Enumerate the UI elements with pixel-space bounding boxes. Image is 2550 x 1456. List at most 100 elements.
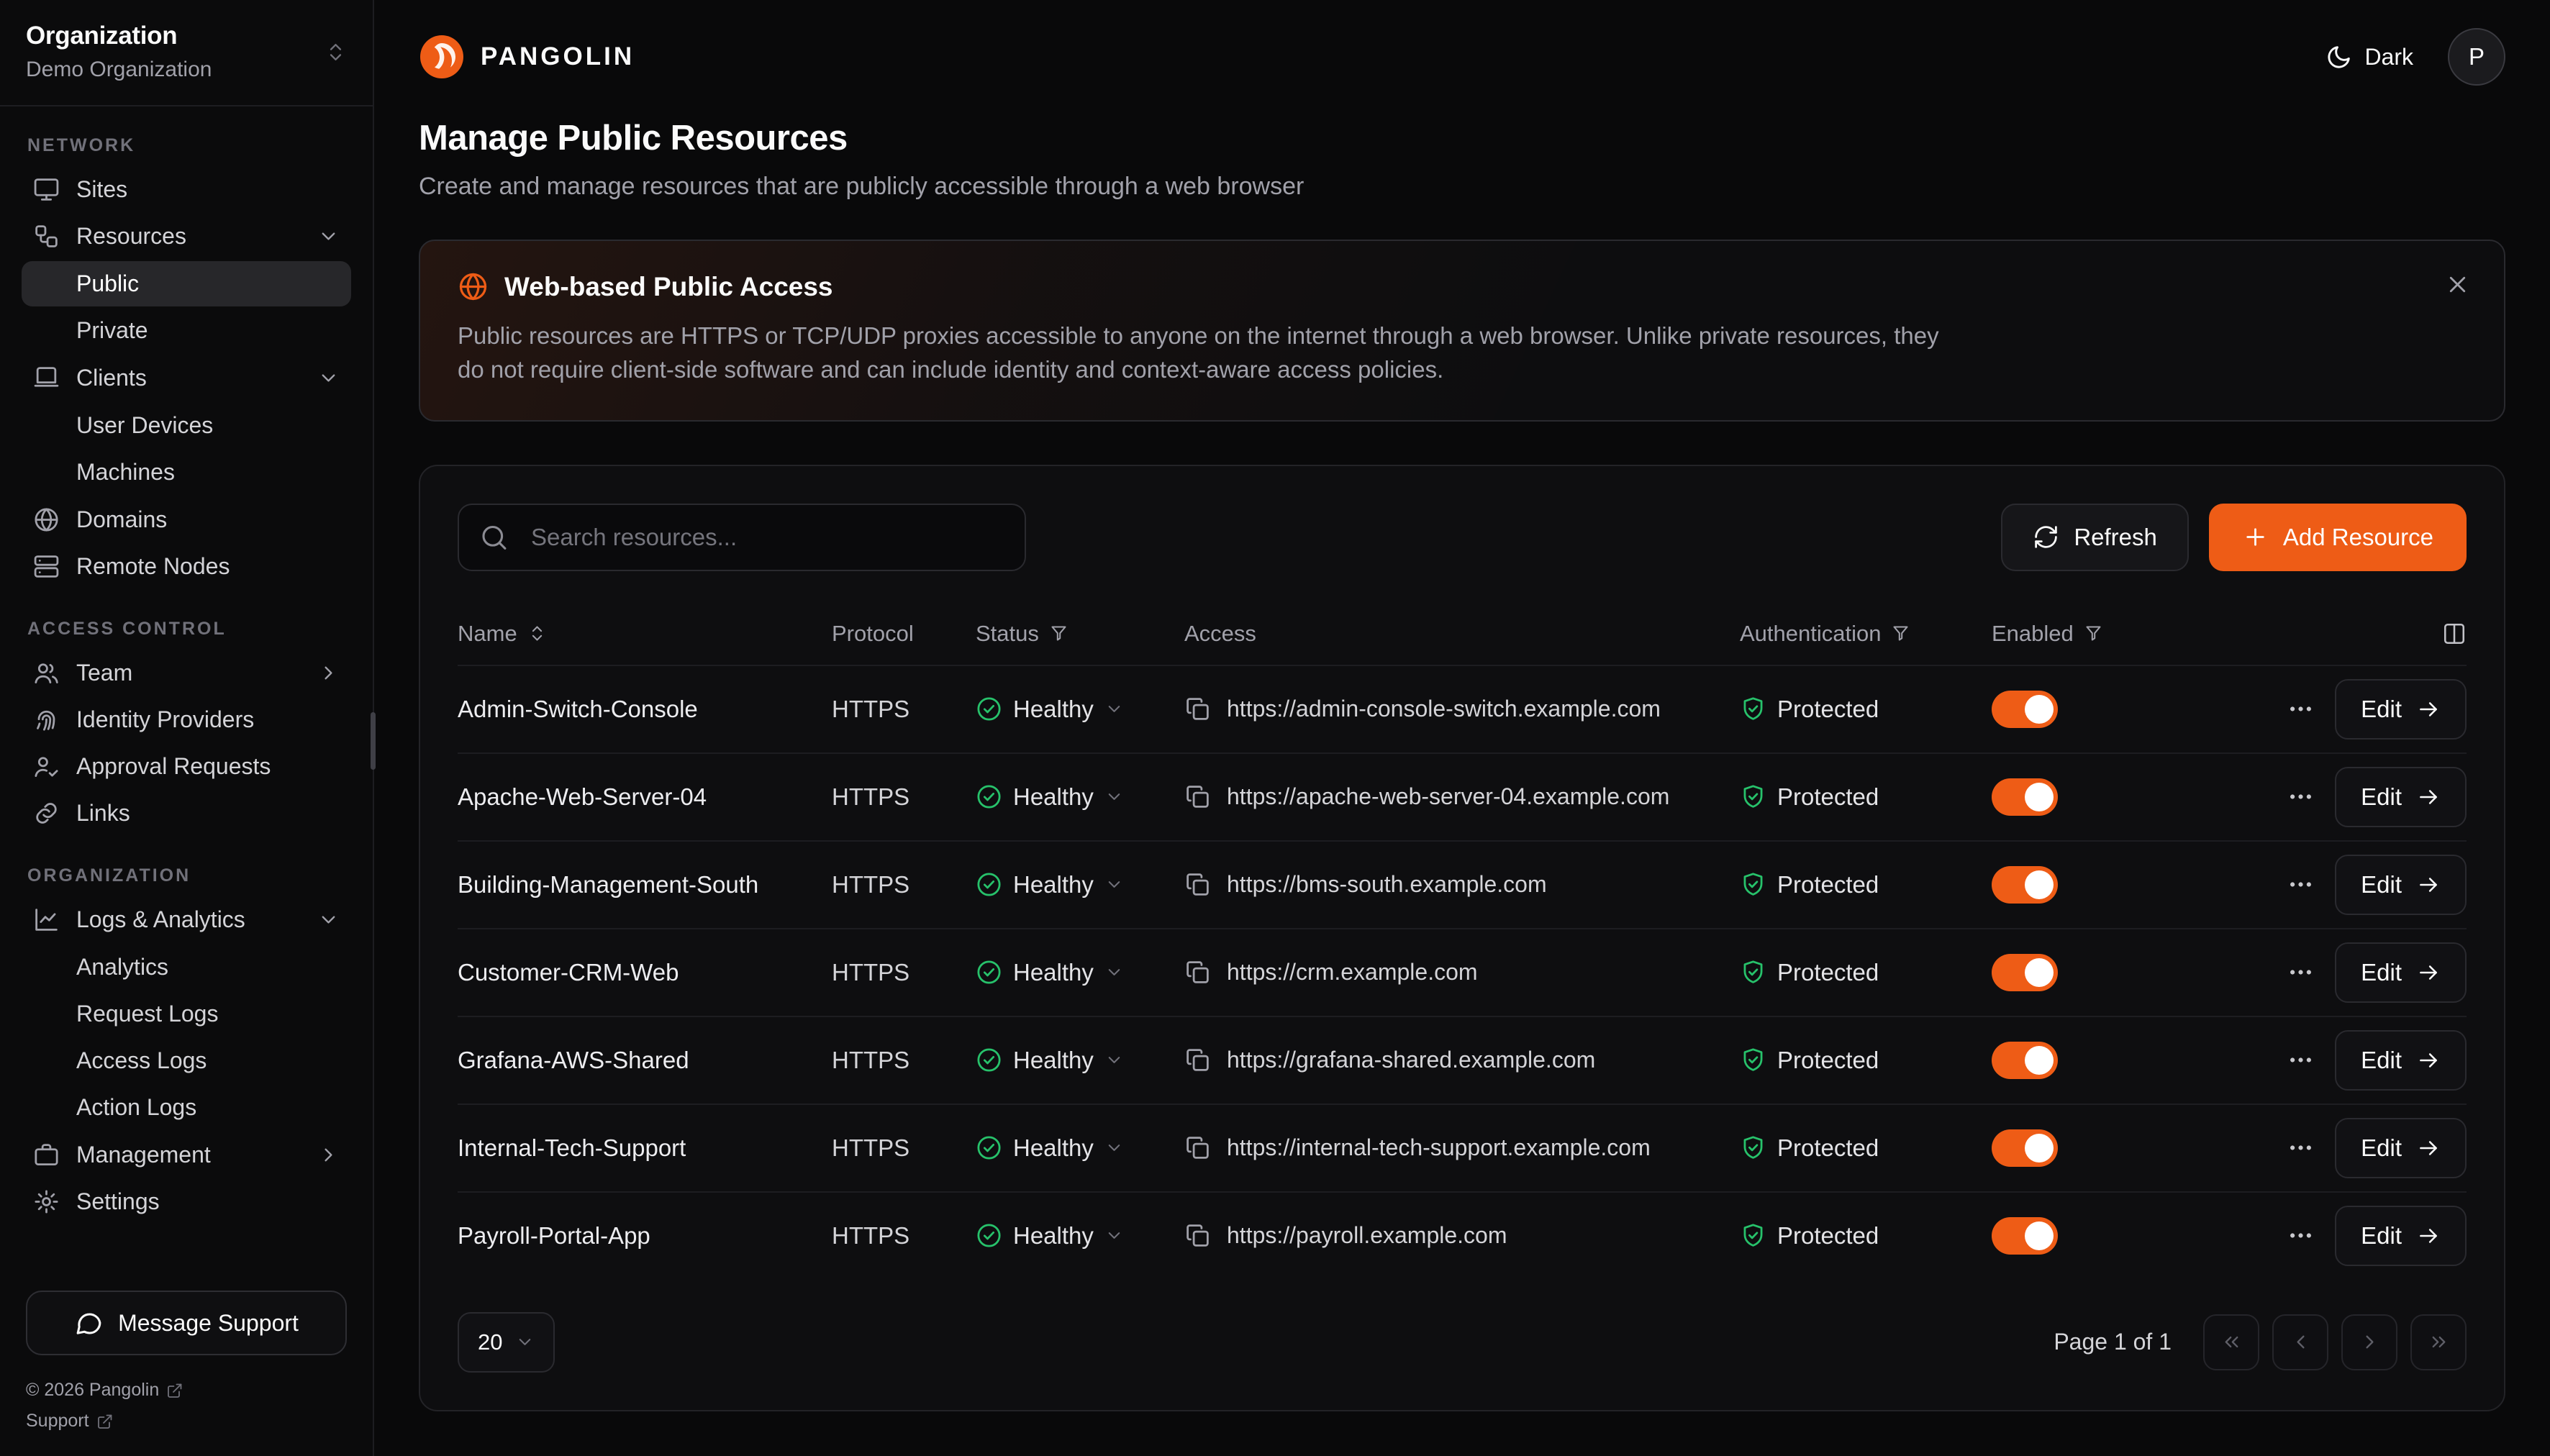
status-dropdown[interactable]: Healthy <box>976 1134 1184 1162</box>
resource-access: https://bms-south.example.com <box>1184 871 1740 898</box>
sidebar-item-label: Clients <box>76 365 147 391</box>
enabled-toggle[interactable] <box>1992 954 2058 991</box>
enabled-toggle[interactable] <box>1992 1042 2058 1079</box>
status-dropdown[interactable]: Healthy <box>976 871 1184 898</box>
more-actions-icon[interactable] <box>2287 1221 2315 1250</box>
page-size-select[interactable]: 20 <box>458 1312 555 1373</box>
previous-page-button[interactable] <box>2272 1314 2328 1370</box>
copy-icon[interactable] <box>1184 1047 1211 1073</box>
nav-section: NETWORKSitesResourcesPublicPrivateClient… <box>22 135 351 590</box>
add-resource-button[interactable]: Add Resource <box>2209 504 2467 571</box>
columns-icon[interactable] <box>2442 622 2467 646</box>
resource-url[interactable]: https://grafana-shared.example.com <box>1227 1047 1595 1073</box>
enabled-toggle[interactable] <box>1992 778 2058 816</box>
sidebar-item-domains[interactable]: Domains <box>22 496 351 543</box>
sidebar-footer: Message Support © 2026 Pangolin Support <box>0 1291 373 1456</box>
more-actions-icon[interactable] <box>2287 1134 2315 1162</box>
edit-button[interactable]: Edit <box>2335 1030 2467 1091</box>
enabled-toggle[interactable] <box>1992 691 2058 728</box>
sidebar-resize-handle[interactable] <box>371 712 376 770</box>
edit-button[interactable]: Edit <box>2335 1118 2467 1178</box>
status-dropdown[interactable]: Healthy <box>976 959 1184 986</box>
sidebar-subitem-private[interactable]: Private <box>22 308 351 353</box>
chevron-right-icon <box>317 662 340 684</box>
edit-button[interactable]: Edit <box>2335 942 2467 1003</box>
resource-access: https://payroll.example.com <box>1184 1222 1740 1249</box>
sidebar-item-logs-analytics[interactable]: Logs & Analytics <box>22 896 351 943</box>
resource-name: Payroll-Portal-App <box>458 1222 832 1250</box>
resource-url[interactable]: https://apache-web-server-04.example.com <box>1227 783 1669 810</box>
edit-button[interactable]: Edit <box>2335 767 2467 827</box>
org-name: Demo Organization <box>26 58 212 82</box>
message-support-button[interactable]: Message Support <box>26 1291 347 1355</box>
resource-name: Building-Management-South <box>458 871 832 898</box>
sidebar-subitem-user-devices[interactable]: User Devices <box>22 403 351 448</box>
sidebar-item-remote-nodes[interactable]: Remote Nodes <box>22 543 351 590</box>
enabled-toggle[interactable] <box>1992 1129 2058 1167</box>
status-dropdown[interactable]: Healthy <box>976 1047 1184 1074</box>
sidebar-item-identity-providers[interactable]: Identity Providers <box>22 696 351 743</box>
copyright-link[interactable]: © 2026 Pangolin <box>26 1380 347 1401</box>
sidebar-item-clients[interactable]: Clients <box>22 355 351 401</box>
sidebar-item-resources[interactable]: Resources <box>22 213 351 260</box>
sidebar-subitem-public[interactable]: Public <box>22 261 351 306</box>
copy-icon[interactable] <box>1184 1222 1211 1249</box>
sidebar-subitem-action-logs[interactable]: Action Logs <box>22 1085 351 1130</box>
chevron-down-icon <box>317 909 340 931</box>
first-page-button[interactable] <box>2203 1314 2259 1370</box>
more-actions-icon[interactable] <box>2287 870 2315 898</box>
theme-toggle[interactable]: Dark <box>2325 43 2413 71</box>
more-actions-icon[interactable] <box>2287 783 2315 811</box>
sidebar-subitem-analytics[interactable]: Analytics <box>22 945 351 990</box>
status-dropdown[interactable]: Healthy <box>976 783 1184 811</box>
sidebar-item-team[interactable]: Team <box>22 650 351 696</box>
resource-url[interactable]: https://internal-tech-support.example.co… <box>1227 1134 1651 1161</box>
search-input[interactable] <box>458 504 1026 571</box>
filter-icon[interactable] <box>1049 624 1068 643</box>
copy-icon[interactable] <box>1184 871 1211 898</box>
status-dropdown[interactable]: Healthy <box>976 696 1184 723</box>
resource-url[interactable]: https://bms-south.example.com <box>1227 871 1547 898</box>
resource-url[interactable]: https://admin-console-switch.example.com <box>1227 696 1661 722</box>
sidebar-item-sites[interactable]: Sites <box>22 166 351 213</box>
copy-icon[interactable] <box>1184 783 1211 810</box>
close-icon[interactable] <box>2444 271 2471 298</box>
status-dropdown[interactable]: Healthy <box>976 1222 1184 1250</box>
sidebar-item-label: Links <box>76 800 130 827</box>
sidebar-item-management[interactable]: Management <box>22 1132 351 1178</box>
more-actions-icon[interactable] <box>2287 1046 2315 1074</box>
enabled-toggle[interactable] <box>1992 1217 2058 1255</box>
resource-url[interactable]: https://payroll.example.com <box>1227 1222 1507 1249</box>
filter-icon[interactable] <box>2084 624 2103 643</box>
resource-url[interactable]: https://crm.example.com <box>1227 959 1478 986</box>
sidebar-subitem-request-logs[interactable]: Request Logs <box>22 991 351 1037</box>
next-page-button[interactable] <box>2341 1314 2397 1370</box>
avatar[interactable]: P <box>2448 28 2505 86</box>
sort-icon[interactable] <box>527 624 547 643</box>
more-actions-icon[interactable] <box>2287 958 2315 986</box>
edit-label: Edit <box>2361 1047 2402 1074</box>
copy-icon[interactable] <box>1184 959 1211 986</box>
enabled-toggle[interactable] <box>1992 866 2058 904</box>
filter-icon[interactable] <box>1891 624 1910 643</box>
edit-button[interactable]: Edit <box>2335 679 2467 740</box>
sidebar-item-approval-requests[interactable]: Approval Requests <box>22 743 351 790</box>
refresh-button[interactable]: Refresh <box>2001 504 2189 571</box>
support-link-text: Support <box>26 1411 89 1432</box>
org-switcher[interactable]: Organization Demo Organization <box>0 0 373 106</box>
last-page-button[interactable] <box>2410 1314 2467 1370</box>
copy-icon[interactable] <box>1184 1134 1211 1161</box>
sidebar-subitem-access-logs[interactable]: Access Logs <box>22 1038 351 1083</box>
edit-label: Edit <box>2361 959 2402 986</box>
more-actions-icon[interactable] <box>2287 695 2315 723</box>
support-link[interactable]: Support <box>26 1411 347 1432</box>
sidebar-item-settings[interactable]: Settings <box>22 1178 351 1225</box>
plus-icon <box>2242 524 2269 550</box>
table-row: Admin-Switch-ConsoleHTTPSHealthyhttps://… <box>458 665 2467 752</box>
sidebar-item-links[interactable]: Links <box>22 790 351 837</box>
edit-button[interactable]: Edit <box>2335 855 2467 915</box>
edit-button[interactable]: Edit <box>2335 1206 2467 1266</box>
sidebar-subitem-machines[interactable]: Machines <box>22 450 351 495</box>
resource-enabled <box>1992 1042 2200 1079</box>
copy-icon[interactable] <box>1184 696 1211 722</box>
